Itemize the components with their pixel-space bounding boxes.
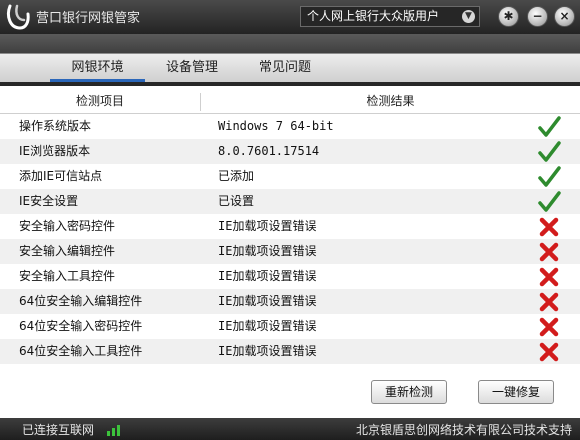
check-mark-icon [538, 191, 561, 212]
signal-strength-icon [107, 425, 120, 436]
check-item-name: 64位安全输入密码控件 [19, 319, 143, 333]
check-item-result: Windows 7 64-bit [218, 119, 334, 133]
error-x-icon [539, 342, 559, 362]
check-item-result: IE加载项设置错误 [218, 244, 317, 258]
error-x-icon [539, 317, 559, 337]
header-check-item: 检测项目 [75, 94, 124, 108]
error-x-icon [539, 217, 559, 237]
check-mark-icon [538, 141, 561, 162]
header-check-result: 检测结果 [366, 94, 415, 108]
table-row: 64位安全输入编辑控件 IE加载项设置错误 [0, 289, 580, 314]
check-item-result: 8.0.7601.17514 [218, 144, 320, 158]
chevron-down-icon[interactable]: ▼ [462, 10, 475, 23]
close-icon[interactable]: × [554, 6, 575, 27]
check-item-result: IE加载项设置错误 [218, 219, 317, 233]
user-type-select[interactable]: 个人网上银行大众版用户 ▼ [300, 6, 480, 27]
check-item-result: IE加载项设置错误 [218, 294, 317, 308]
connection-status: 已连接互联网 [22, 423, 95, 437]
check-item-name: IE浏览器版本 [19, 144, 91, 158]
check-item-result: IE加载项设置错误 [218, 319, 317, 333]
check-item-result: 已添加 [218, 169, 255, 183]
tech-support-credit: 北京银盾思创网络技术有限公司技术支持 [355, 423, 572, 437]
tab-faq[interactable]: 常见问题 [245, 54, 325, 82]
tab-label: 常见问题 [258, 60, 311, 75]
check-results-list: 操作系统版本 Windows 7 64-bit IE浏览器版本 8.0.7601.1… [0, 114, 580, 364]
check-item-name: 安全输入密码控件 [19, 219, 116, 233]
tab-network-environment[interactable]: 网银环境 [50, 54, 145, 82]
tab-device-management[interactable]: 设备管理 [152, 54, 232, 82]
redetect-button[interactable]: 重新检测 [371, 380, 447, 404]
check-item-result: 已设置 [218, 194, 255, 208]
check-item-name: 64位安全输入工具控件 [19, 344, 143, 358]
user-type-value: 个人网上银行大众版用户 [307, 9, 440, 23]
check-item-result: IE加载项设置错误 [218, 344, 317, 358]
error-x-icon [539, 242, 559, 262]
check-item-name: 安全输入编辑控件 [19, 244, 116, 258]
check-item-result: IE加载项设置错误 [218, 269, 317, 283]
check-item-name: 操作系统版本 [19, 119, 92, 133]
check-item-name: IE安全设置 [19, 194, 79, 208]
table-header: 检测项目 检测结果 [0, 90, 580, 114]
check-item-name: 安全输入工具控件 [19, 269, 116, 283]
minimize-icon[interactable]: − [527, 6, 548, 27]
table-row: 安全输入工具控件 IE加载项设置错误 [0, 264, 580, 289]
title-bar: 营口银行网银管家 个人网上银行大众版用户 ▼ ✱ − × [0, 0, 580, 34]
check-mark-icon [538, 166, 561, 187]
table-row: IE浏览器版本 8.0.7601.17514 [0, 139, 580, 164]
one-click-repair-button[interactable]: 一键修复 [478, 380, 554, 404]
tab-label: 网银环境 [71, 60, 124, 75]
error-x-icon [539, 267, 559, 287]
table-row: 添加IE可信站点 已添加 [0, 164, 580, 189]
table-row: 安全输入密码控件 IE加载项设置错误 [0, 214, 580, 239]
status-bar: 已连接互联网 北京银盾思创网络技术有限公司技术支持 [0, 418, 580, 440]
error-x-icon [539, 292, 559, 312]
app-logo-icon [6, 4, 30, 30]
tab-strip: 网银环境 设备管理 常见问题 [0, 53, 580, 82]
check-item-name: 添加IE可信站点 [19, 169, 103, 183]
check-mark-icon [538, 116, 561, 137]
pin-icon[interactable]: ✱ [498, 6, 519, 27]
app-title: 营口银行网银管家 [36, 11, 141, 26]
tab-label: 设备管理 [165, 60, 218, 75]
table-row: 64位安全输入工具控件 IE加载项设置错误 [0, 339, 580, 364]
table-row: 操作系统版本 Windows 7 64-bit [0, 114, 580, 139]
table-row: IE安全设置 已设置 [0, 189, 580, 214]
check-item-name: 64位安全输入编辑控件 [19, 294, 143, 308]
table-row: 安全输入编辑控件 IE加载项设置错误 [0, 239, 580, 264]
table-row: 64位安全输入密码控件 IE加载项设置错误 [0, 314, 580, 339]
